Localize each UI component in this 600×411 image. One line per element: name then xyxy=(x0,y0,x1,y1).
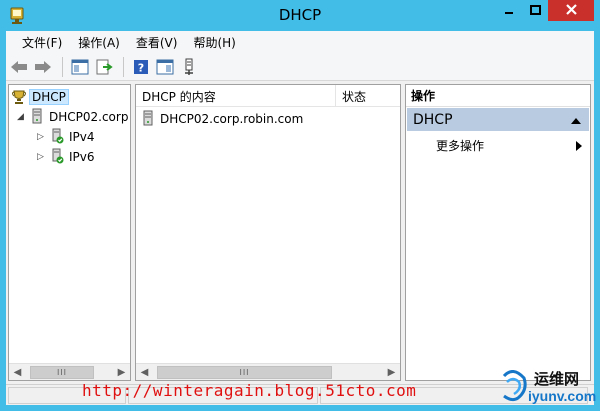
show-hide-console-tree-icon[interactable] xyxy=(69,56,91,78)
brand-name-cn: 运维网 xyxy=(534,370,580,388)
tree-item-dhcp-root[interactable]: DHCP xyxy=(11,87,69,107)
horizontal-scrollbar[interactable]: ◀ III ▶ xyxy=(136,363,400,380)
scroll-thumb[interactable]: III xyxy=(30,365,94,379)
maximize-icon xyxy=(529,4,541,18)
maximize-button[interactable] xyxy=(522,0,548,21)
tree-item-label: DHCP02.corp xyxy=(49,110,129,124)
column-header-status[interactable]: 状态 xyxy=(336,85,400,107)
menu-view[interactable]: 查看(V) xyxy=(128,34,186,51)
close-icon xyxy=(565,3,577,18)
minimize-icon xyxy=(504,4,514,18)
server-icon xyxy=(31,108,47,127)
tree-item-label: IPv6 xyxy=(69,150,95,164)
scroll-left-icon[interactable]: ◀ xyxy=(9,364,26,381)
expand-arrow-icon[interactable]: ▷ xyxy=(37,152,51,162)
back-icon[interactable] xyxy=(8,56,30,78)
menu-file[interactable]: 文件(F) xyxy=(14,34,70,51)
ip-scope-icon xyxy=(51,148,67,167)
tree-item-label: DHCP xyxy=(29,89,69,105)
menu-help[interactable]: 帮助(H) xyxy=(185,34,243,51)
export-list-icon[interactable] xyxy=(93,56,115,78)
action-section-dhcp[interactable]: DHCP xyxy=(407,108,589,131)
title-bar[interactable]: DHCP xyxy=(0,0,600,31)
client-area: 文件(F) 操作(A) 查看(V) 帮助(H) ? DHCP ◢ DHCP02.… xyxy=(6,31,594,405)
toolbar: ? xyxy=(6,53,594,81)
show-hide-action-pane-icon[interactable] xyxy=(154,56,176,78)
tree-item-label: IPv4 xyxy=(69,130,95,144)
horizontal-scrollbar[interactable]: ◀ III ▶ xyxy=(9,363,130,380)
toolbar-separator xyxy=(62,56,63,77)
brand-logo-icon xyxy=(498,370,528,407)
ip-scope-icon xyxy=(51,128,67,147)
console-tree[interactable]: DHCP ◢ DHCP02.corp ▷ IPv4 ▷ IPv6 ◀ III ▶ xyxy=(8,84,131,381)
action-pane: 操作 DHCP 更多操作 xyxy=(405,84,591,381)
brand-watermark: 运维网 iyunv.com xyxy=(498,368,596,408)
help-icon[interactable]: ? xyxy=(130,56,152,78)
toolbar-separator xyxy=(123,56,124,77)
dhcp-trophy-icon xyxy=(11,89,29,105)
svg-text:?: ? xyxy=(138,61,144,74)
close-button[interactable] xyxy=(548,0,594,21)
tree-item-ipv6[interactable]: ▷ IPv6 xyxy=(37,147,95,167)
list-header: DHCP 的内容 状态 xyxy=(136,85,400,107)
add-server-icon[interactable] xyxy=(178,56,200,78)
server-icon xyxy=(142,110,158,129)
menu-bar: 文件(F) 操作(A) 查看(V) 帮助(H) xyxy=(6,31,594,53)
action-section-label: DHCP xyxy=(413,111,453,128)
menu-action[interactable]: 操作(A) xyxy=(70,34,128,51)
expand-arrow-icon[interactable]: ▷ xyxy=(37,132,51,142)
list-item[interactable]: DHCP02.corp.robin.com xyxy=(142,109,303,129)
tree-item-ipv4[interactable]: ▷ IPv4 xyxy=(37,127,95,147)
scroll-left-icon[interactable]: ◀ xyxy=(136,364,153,381)
results-pane[interactable]: DHCP 的内容 状态 DHCP02.corp.robin.com ◀ III … xyxy=(135,84,401,381)
brand-name-en: iyunv.com xyxy=(528,388,597,404)
more-actions-item[interactable]: 更多操作 xyxy=(406,135,590,155)
panes: DHCP ◢ DHCP02.corp ▷ IPv4 ▷ IPv6 ◀ III ▶… xyxy=(6,84,594,381)
tree-item-server[interactable]: ◢ DHCP02.corp xyxy=(17,107,128,127)
list-item-name: DHCP02.corp.robin.com xyxy=(160,112,304,126)
collapse-up-icon[interactable] xyxy=(571,113,581,129)
collapse-arrow-icon[interactable]: ◢ xyxy=(17,112,31,122)
column-header-contents[interactable]: DHCP 的内容 xyxy=(136,85,336,107)
more-actions-label: 更多操作 xyxy=(436,138,485,153)
application-window: DHCP 文件(F) 操作(A) 查看(V) 帮助(H) ? DHCP ◢ DH… xyxy=(0,0,600,411)
action-pane-header: 操作 xyxy=(406,85,590,107)
forward-icon[interactable] xyxy=(32,56,54,78)
scroll-thumb[interactable]: III xyxy=(157,365,332,379)
scroll-right-icon[interactable]: ▶ xyxy=(113,364,130,381)
submenu-arrow-icon xyxy=(576,140,582,154)
watermark-url: http://winteragain.blog.51cto.com xyxy=(82,381,417,400)
scroll-right-icon[interactable]: ▶ xyxy=(383,364,400,381)
minimize-button[interactable] xyxy=(496,0,522,21)
